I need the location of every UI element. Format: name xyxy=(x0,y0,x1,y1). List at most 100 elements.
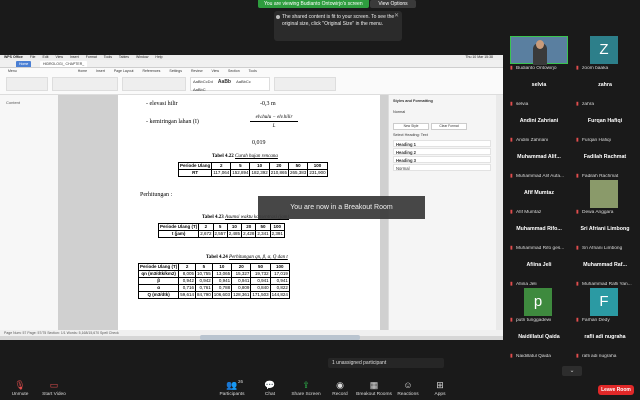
chevron-down-icon[interactable]: ⌄ xyxy=(562,366,582,376)
participant-label: Furqan Hafiqi xyxy=(582,138,611,143)
mac-menu-item: Format xyxy=(85,55,97,59)
breakout-rooms-label: Breakout Rooms xyxy=(356,392,392,397)
mac-menu-item: Tables xyxy=(118,55,129,59)
leave-room-button[interactable]: Leave Room xyxy=(598,385,634,395)
start-video-button[interactable]: ▭ Start Video xyxy=(34,380,74,397)
participant-label: zahra xyxy=(582,102,594,107)
participant-tile[interactable]: Afiina Jeli ▮ Afiina Jeli xyxy=(510,252,570,290)
participant-label: Muhammad Rifo ges... xyxy=(516,246,565,251)
table-cell: 19,732 xyxy=(250,270,271,278)
participant-name: Muhammad Alif... xyxy=(517,154,561,160)
wps-ribbon: AaBbCcDd AaBb AaBbCc AaBbC xyxy=(0,74,503,95)
table-header: 5 xyxy=(230,162,251,170)
participant-tile[interactable]: Fadilah Rachmat ▮ Fadilah Rachmat xyxy=(576,144,636,182)
chat-button[interactable]: 💬 Chat xyxy=(250,380,290,397)
table-cell: 2,391 xyxy=(269,230,285,238)
style-sample: AaBbCc xyxy=(236,79,251,84)
mac-menu-item: View xyxy=(55,55,64,59)
normal-style: Normal xyxy=(393,164,491,171)
styles-gallery: AaBbCcDd AaBb AaBbCc AaBbC xyxy=(190,77,270,92)
wps-menu-item: Section xyxy=(227,69,240,73)
mic-muted-icon: ▮ xyxy=(510,173,513,179)
table-cell: 265,383 xyxy=(288,169,309,177)
participant-tile[interactable]: Z ▮ zoom baaka xyxy=(576,36,636,74)
mic-muted-icon: ▮ xyxy=(510,101,513,107)
table-cell: 171,503 xyxy=(250,291,271,299)
participant-name: Muhammad Rifo... xyxy=(516,226,562,232)
mac-menu-item: File xyxy=(29,55,36,59)
wps-menu-item: Settings xyxy=(169,69,183,73)
avatar: p xyxy=(524,288,552,316)
apps-icon: ⊞ xyxy=(436,380,444,390)
wps-menu-item: References xyxy=(142,69,161,73)
doc-line-elevasi: - elevasi hilir xyxy=(146,101,178,107)
participants-button[interactable]: 👥 Participants 26 xyxy=(212,379,252,397)
mic-muted-icon: ▮ xyxy=(576,353,579,359)
table-header: 100 xyxy=(269,263,290,271)
meeting-toolbar: 🎙 Unmute ▭ Start Video 👥 Participants 26… xyxy=(0,378,640,400)
participant-label: Naidillatul Qaida xyxy=(516,354,551,359)
participant-tile[interactable]: zahra ▮ zahra xyxy=(576,72,636,110)
mic-muted-icon: ▮ xyxy=(576,245,579,251)
wps-home-tab: Home xyxy=(16,61,32,67)
chat-label: Chat xyxy=(264,392,276,397)
avatar: F xyxy=(590,288,618,316)
table-header: 50 xyxy=(255,223,271,231)
table-cell: 17,019 xyxy=(269,270,290,278)
participant-tile[interactable]: rafli adi nugraha ▮ rafli adi nugraha xyxy=(576,324,636,362)
wps-menu-item: Page Layout xyxy=(113,69,134,73)
heading-2-style: Heading 2 xyxy=(393,148,491,155)
wps-document-tab: HIDROLOGI_ CHAPTER_ xyxy=(40,61,88,67)
participant-tile[interactable]: ▮ Budianto Ontowirjo xyxy=(510,36,570,74)
table-cell: 0,761 xyxy=(195,284,213,292)
table-header: 100 xyxy=(269,223,285,231)
participant-tile[interactable]: Afif Mumtaz ▮ Afif Mumtaz xyxy=(510,180,570,218)
table-cell: 128,361 xyxy=(231,291,252,299)
table-cell: 2,428 xyxy=(241,230,257,238)
view-options-button[interactable]: View Options xyxy=(370,0,416,8)
participant-tile[interactable]: Furqan Hafiqi ▮ Furqan Hafiqi xyxy=(576,108,636,146)
mic-muted-icon: ▮ xyxy=(576,209,579,215)
person-face xyxy=(536,40,544,49)
participant-tile[interactable]: Muhammad Raf... ▮ Muhammad Rafli Yan... xyxy=(576,252,636,290)
table-cell: 0,941 xyxy=(211,277,233,285)
participant-tile[interactable]: Muhammad Alif... ▮ Muhammad Alif Aufa... xyxy=(510,144,570,182)
mic-muted-icon: ▮ xyxy=(510,245,513,251)
table-cell: 0,840 xyxy=(250,284,271,292)
table-caption: Tabel 4.24 Perhitungan qn, β, α, Q dan t xyxy=(206,255,288,260)
table-cell: 10,755 xyxy=(195,270,213,278)
table-header: 10 xyxy=(249,162,270,170)
participant-tile[interactable]: Sri Afriani Limbong ▮ Sri Afriani Limbong xyxy=(576,216,636,254)
participant-tile[interactable]: selvia ▮ selvia xyxy=(510,72,570,110)
participant-label: Afiina Jeli xyxy=(516,282,537,287)
table-header: 50 xyxy=(288,162,309,170)
table-header: 2 xyxy=(211,162,232,170)
wps-menu-item: Tools xyxy=(248,69,257,73)
table-header: 2 xyxy=(178,263,197,271)
font-group xyxy=(52,77,118,91)
mic-muted-icon: ▮ xyxy=(510,137,513,143)
table-cell: 84,790 xyxy=(195,291,213,299)
participant-tile[interactable]: Naidillatul Qaida ▮ Naidillatul Qaida xyxy=(510,324,570,362)
participant-tile[interactable]: Andini Zahriani ▮ Andini Zahriani xyxy=(510,108,570,146)
wps-menu-item: Menu xyxy=(8,69,17,73)
table-header: 20 xyxy=(241,223,257,231)
style-sample: AaBb xyxy=(217,79,231,85)
close-icon[interactable]: ✕ xyxy=(394,13,399,20)
rainfall-table: Periode Ulang 2 5 10 20 50 100 RT 117,06… xyxy=(177,162,328,177)
participant-tile[interactable]: p ▮ putri tunggadewi xyxy=(510,288,570,326)
table-cell: 8,005 xyxy=(178,270,197,278)
table-header: 10 xyxy=(211,263,233,271)
table-cell: 152,894 xyxy=(230,169,251,177)
status-text: Page Num: 57 Page: 57/75 Section: 1/1 Wo… xyxy=(4,331,119,335)
apps-button[interactable]: ⊞ Apps xyxy=(420,380,460,397)
participant-tile[interactable]: F ▮ Farhan Dedy xyxy=(576,288,636,326)
table-cell: 210,865 xyxy=(268,169,290,177)
participant-tile[interactable]: ▮ Dewa Anggara xyxy=(576,180,636,218)
table-cell: RT xyxy=(177,169,213,177)
table-header: Periode Ulang (T) xyxy=(137,263,180,271)
participant-tile[interactable]: Muhammad Rifo... ▮ Muhammad Rifo ges... xyxy=(510,216,570,254)
mic-muted-icon: ▮ xyxy=(510,317,513,323)
table-header: 10 xyxy=(226,223,243,231)
table-cell: 2,341 xyxy=(255,230,271,238)
